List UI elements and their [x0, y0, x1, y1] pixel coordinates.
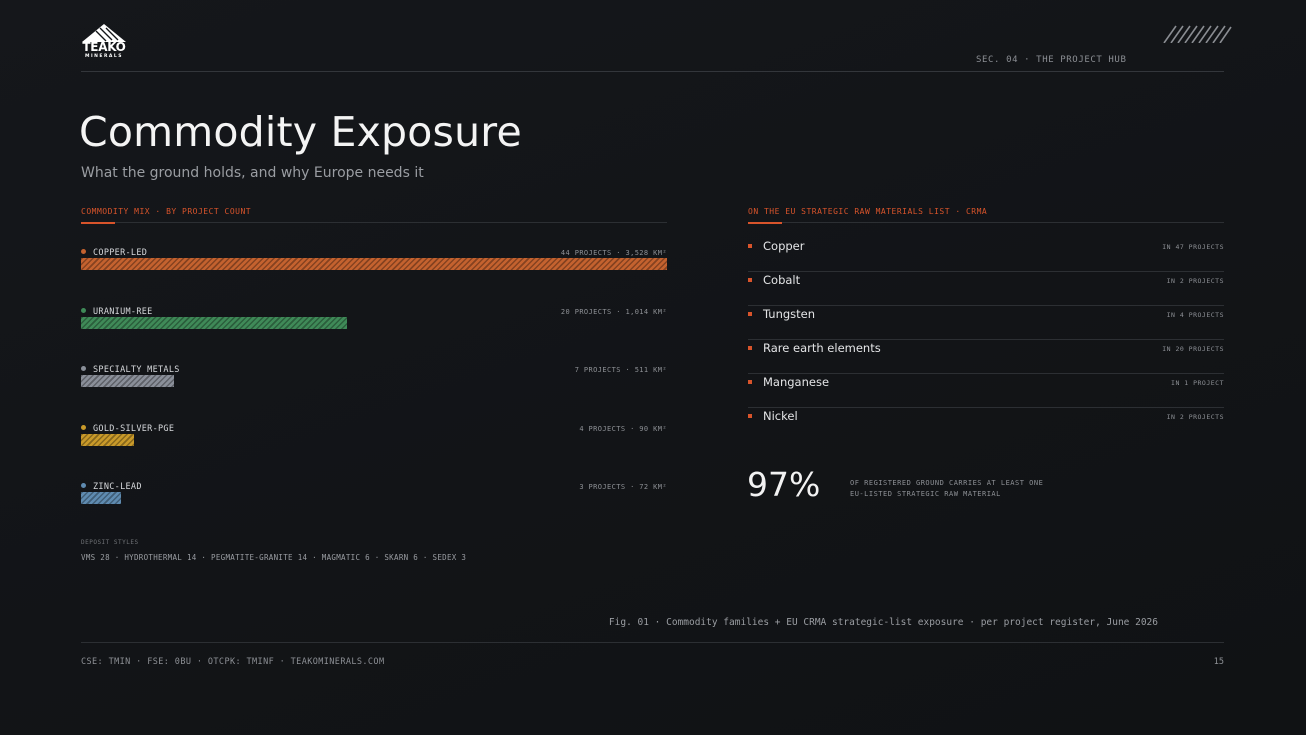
commodity-name: COPPER-LED [81, 248, 147, 258]
commodity-row: SPECIALTY METALS 7 PROJECTS · 511 KM² [81, 365, 667, 395]
hatch-decoration-icon [1163, 25, 1232, 43]
commodity-row: URANIUM-REE 20 PROJECTS · 1,014 KM² [81, 307, 667, 337]
commodity-stat: 3 PROJECTS · 72 KM² [579, 483, 667, 491]
material-project-count: IN 47 PROJECTS [1162, 243, 1224, 251]
commodity-dot-icon [81, 483, 86, 488]
top-divider [81, 71, 1224, 72]
page-number: 15 [1213, 657, 1224, 667]
material-row: Rare earth elements IN 20 PROJECTS [748, 340, 1224, 374]
material-bullet-icon [748, 346, 752, 350]
commodity-bar [81, 316, 347, 329]
commodity-name: URANIUM-REE [81, 307, 153, 317]
commodity-label: COPPER-LED [93, 248, 148, 258]
material-name: Copper [763, 239, 805, 253]
commodity-dot-icon [81, 366, 86, 371]
commodity-mix-heading: COMMODITY MIX · BY PROJECT COUNT [81, 207, 252, 216]
material-row: Cobalt IN 2 PROJECTS [748, 272, 1224, 306]
commodity-row: COPPER-LED 44 PROJECTS · 3,528 KM² [81, 248, 667, 278]
commodity-bar [81, 375, 174, 387]
commodity-row: GOLD-SILVER-PGE 4 PROJECTS · 90 KM² [81, 424, 667, 454]
commodity-stat: 4 PROJECTS · 90 KM² [579, 424, 667, 433]
section-label: SEC. 04 · THE PROJECT HUB [976, 55, 1127, 65]
material-name: Tungsten [763, 307, 816, 321]
material-project-count: IN 2 PROJECTS [1166, 277, 1224, 285]
commodity-stat: 7 PROJECTS · 511 KM² [574, 366, 667, 374]
teako-logo: TEAKO MINERALS [80, 24, 128, 62]
bottom-divider [81, 642, 1224, 643]
material-row: Tungsten IN 4 PROJECTS [748, 306, 1224, 340]
material-project-count: IN 1 PROJECT [1171, 379, 1224, 387]
commodity-label: URANIUM-REE [93, 306, 153, 317]
commodity-bar [81, 492, 121, 504]
commodity-label: SPECIALTY METALS [93, 365, 180, 375]
material-bullet-icon [748, 278, 752, 282]
material-name: Cobalt [763, 273, 801, 287]
material-row: Manganese IN 1 PROJECT [748, 374, 1224, 408]
material-row: Copper IN 47 PROJECTS [748, 238, 1224, 272]
deposit-styles-list: VMS 28 · HYDROTHERMAL 14 · PEGMATITE-GRA… [81, 553, 467, 562]
page-title: Commodity Exposure [79, 108, 522, 156]
material-bullet-icon [748, 312, 752, 316]
commodity-mix-divider [81, 221, 667, 224]
material-bullet-icon [748, 380, 752, 384]
commodity-name: GOLD-SILVER-PGE [81, 424, 174, 434]
page-subtitle: What the ground holds, and why Europe ne… [81, 165, 424, 181]
commodity-label: ZINC-LEAD [93, 482, 142, 492]
exposure-percentage: 97% [747, 465, 821, 504]
material-name: Nickel [763, 409, 798, 423]
exposure-note: OF REGISTERED GROUND CARRIES AT LEAST ON… [850, 479, 1044, 498]
commodity-dot-icon [81, 307, 86, 313]
deposit-styles-label: DEPOSIT STYLES [81, 539, 139, 546]
material-bullet-icon [748, 244, 752, 248]
brand-sub: MINERALS [84, 54, 124, 59]
commodity-row: ZINC-LEAD 3 PROJECTS · 72 KM² [81, 482, 667, 512]
brand-name: TEAKO [82, 40, 126, 54]
commodity-stat: 20 PROJECTS · 1,014 KM² [560, 307, 667, 316]
commodity-name: ZINC-LEAD [81, 482, 142, 492]
commodity-stat: 44 PROJECTS · 3,528 KM² [560, 249, 667, 257]
material-name: Rare earth elements [763, 341, 881, 355]
commodity-bar [81, 433, 134, 446]
commodity-dot-icon [81, 424, 86, 430]
eu-crma-divider [748, 221, 1224, 224]
material-project-count: IN 20 PROJECTS [1162, 345, 1224, 353]
commodity-label: GOLD-SILVER-PGE [93, 423, 175, 434]
commodity-name: SPECIALTY METALS [81, 365, 180, 375]
figure-caption: Fig. 01 · Commodity families + EU CRMA s… [608, 617, 1158, 628]
footer-tickers: CSE: TMIN · FSE: 0BU · OTCPK: TMINF · TE… [81, 657, 385, 667]
eu-crma-heading: ON THE EU STRATEGIC RAW MATERIALS LIST ·… [748, 207, 988, 216]
material-project-count: IN 4 PROJECTS [1166, 311, 1224, 319]
commodity-dot-icon [81, 249, 86, 254]
material-project-count: IN 2 PROJECTS [1166, 413, 1224, 421]
material-bullet-icon [748, 414, 752, 418]
material-name: Manganese [763, 375, 830, 389]
commodity-bar [81, 258, 667, 270]
material-row: Nickel IN 2 PROJECTS [748, 408, 1224, 442]
